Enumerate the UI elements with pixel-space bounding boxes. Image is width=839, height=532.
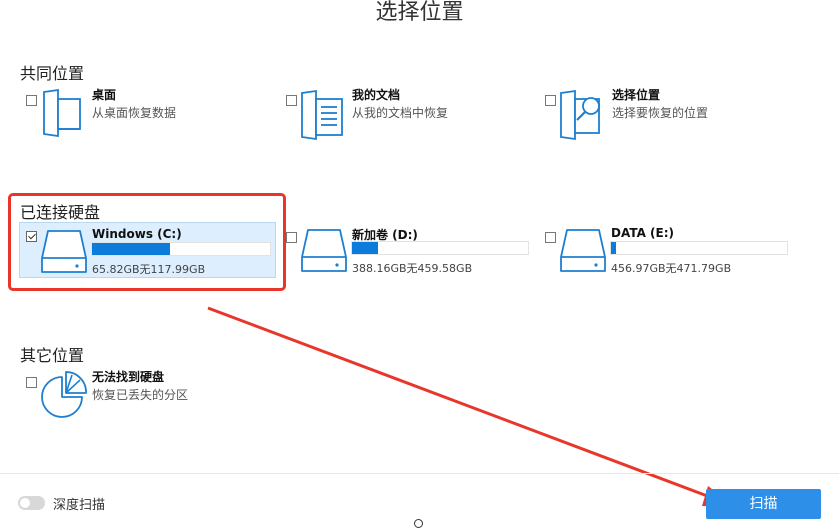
documents-checkbox[interactable] (286, 95, 297, 106)
choose-location-title: 选择位置 (612, 88, 661, 102)
scan-button[interactable]: 扫描 (706, 489, 821, 519)
location-desktop[interactable]: 桌面 从桌面恢复数据 (24, 85, 254, 145)
disk-e-checkbox[interactable] (545, 232, 556, 243)
documents-subtitle: 从我的文档中恢复 (352, 106, 449, 120)
page-title: 选择位置 (375, 0, 464, 25)
desktop-folder-icon (43, 89, 81, 137)
annotation-highlight-box (8, 193, 286, 291)
common-locations-heading: 共同位置 (20, 64, 85, 83)
location-documents[interactable]: 我的文档 从我的文档中恢复 (284, 85, 514, 145)
choose-location-checkbox[interactable] (545, 95, 556, 106)
partition-pie-icon (41, 371, 87, 418)
desktop-checkbox[interactable] (26, 95, 37, 106)
desktop-subtitle: 从桌面恢复数据 (92, 106, 177, 120)
lost-partition-subtitle: 恢复已丢失的分区 (92, 388, 189, 402)
disk-d-size: 388.16GB无459.58GB (352, 262, 473, 275)
location-lost-partition[interactable]: 无法找到硬盘 恢复已丢失的分区 (24, 367, 264, 423)
folder-search-icon (560, 89, 600, 141)
disk-d-usage-fill (352, 242, 379, 254)
location-choose[interactable]: 选择位置 选择要恢复的位置 (543, 85, 783, 145)
footer-divider (0, 473, 839, 474)
lost-partition-checkbox[interactable] (26, 377, 37, 388)
documents-icon (301, 89, 343, 141)
disk-d[interactable]: 新加卷 (D:) 388.16GB无459.58GB (284, 222, 534, 278)
disk-e-usage-fill (611, 242, 617, 254)
lost-partition-title: 无法找到硬盘 (92, 370, 165, 384)
hard-drive-icon (560, 229, 606, 272)
disk-e-size: 456.97GB无471.79GB (611, 262, 732, 275)
disk-e[interactable]: DATA (E:) 456.97GB无471.79GB (543, 222, 793, 278)
choose-location-subtitle: 选择要恢复的位置 (612, 106, 709, 120)
deep-scan-toggle[interactable] (18, 496, 45, 510)
disk-d-usage-bar (351, 241, 529, 255)
cursor-indicator (414, 519, 423, 528)
disk-e-usage-bar (610, 241, 788, 255)
hard-drive-icon (301, 229, 347, 272)
deep-scan-label: 深度扫描 (53, 498, 106, 513)
desktop-title: 桌面 (92, 88, 117, 102)
disk-e-name: DATA (E:) (611, 226, 674, 240)
documents-title: 我的文档 (352, 88, 401, 102)
disk-d-checkbox[interactable] (286, 232, 297, 243)
other-locations-heading: 其它位置 (20, 346, 85, 365)
